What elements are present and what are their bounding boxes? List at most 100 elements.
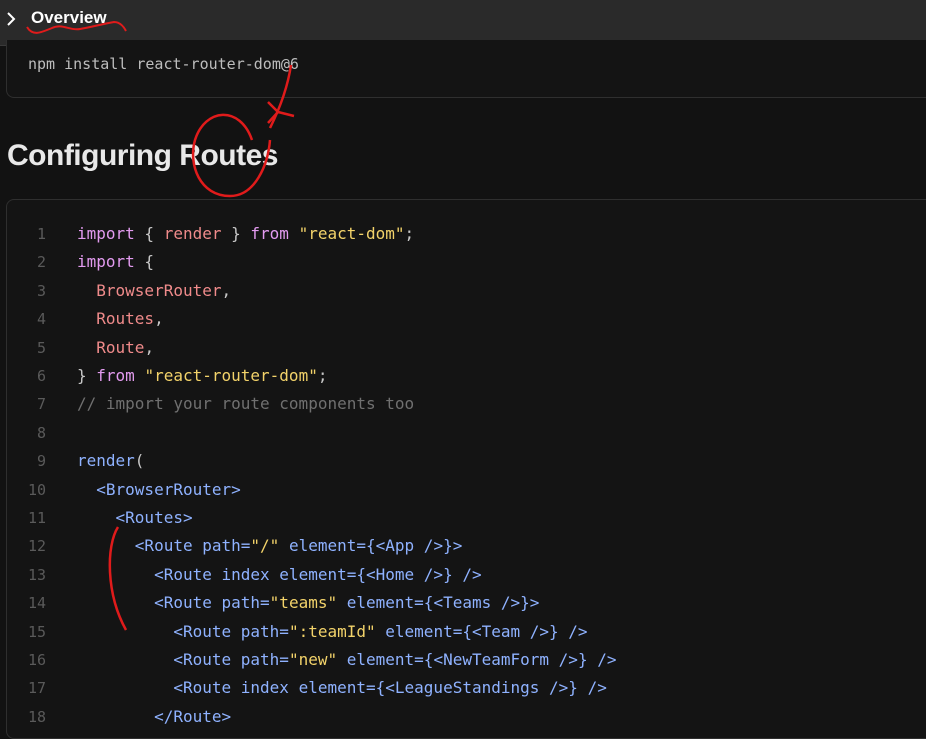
code-token: <Home /> — [366, 564, 444, 584]
code-line: 14 <Route path="teams" element={<Teams /… — [0, 589, 926, 617]
code-token: <App /> — [375, 536, 444, 556]
line-number: 18 — [27, 707, 46, 726]
code-line: 16 <Route path="new" element={<NewTeamFo… — [0, 646, 926, 674]
code-text: <BrowserRouter> — [77, 476, 241, 504]
code-line: 3 BrowserRouter, — [0, 277, 926, 305]
code-text: BrowserRouter, — [77, 277, 231, 305]
code-text: render( — [77, 447, 144, 475]
code-token: <Route — [77, 536, 203, 556]
code-token: "react-router-dom" — [144, 366, 318, 385]
line-number: 14 — [27, 594, 46, 613]
line-number: 2 — [36, 253, 46, 272]
code-token: from — [96, 366, 135, 385]
code-token: } /> — [568, 678, 607, 698]
code-token: path= — [221, 593, 270, 613]
code-token: } /> — [549, 621, 588, 641]
code-line: 8 — [0, 419, 926, 447]
code-text: } from "react-router-dom"; — [77, 362, 327, 390]
code-token: index element={ — [240, 678, 386, 698]
code-text: // import your route components too — [77, 390, 414, 418]
code-token: ; — [404, 224, 415, 243]
code-text: <Route path="/" element={<App />}> — [77, 532, 463, 560]
code-token: ( — [134, 451, 145, 471]
code-token: <Route — [77, 593, 222, 613]
code-token: element={ — [337, 650, 434, 669]
code-token: path= — [202, 536, 251, 556]
code-token: path= — [240, 650, 289, 669]
code-line: 9 render( — [0, 447, 926, 475]
code-token: ":teamId" — [288, 621, 376, 641]
line-number: 1 — [36, 225, 46, 243]
code-token: , — [154, 309, 164, 329]
line-number: 8 — [36, 423, 46, 442]
code-text: import { render } from "react-dom"; — [77, 220, 414, 248]
code-token: <Teams /> — [433, 593, 521, 613]
code-token: } /> — [443, 564, 482, 584]
page-heading: Configuring Routes — [7, 139, 278, 172]
line-number: 7 — [36, 395, 46, 414]
code-token: element={ — [375, 621, 472, 641]
code-text: <Route path=":teamId" element={<Team />}… — [77, 618, 588, 646]
code-token: }> — [443, 536, 463, 556]
code-text: <Route index element={<Home />} /> — [77, 561, 482, 589]
code-token: }> — [520, 593, 540, 613]
code-token: "react-dom" — [298, 224, 405, 243]
code-text: Routes, — [77, 305, 164, 333]
code-text: <Route path="teams" element={<Teams />}> — [77, 589, 539, 617]
code-text: Route, — [77, 334, 154, 362]
code-token: element={ — [279, 536, 376, 556]
code-token: "new" — [288, 650, 338, 669]
chevron-right-icon[interactable] — [4, 11, 20, 27]
code-line: 17 <Route index element={<LeagueStanding… — [0, 674, 926, 702]
line-number: 6 — [36, 367, 46, 385]
install-command: npm install react-router-dom@6 — [28, 55, 299, 73]
code-token: </Route> — [77, 706, 232, 726]
arrow-head — [267, 101, 295, 124]
code-text: <Route index element={<LeagueStandings /… — [77, 674, 607, 702]
code-line: 13 <Route index element={<Home />} /> — [0, 561, 926, 589]
section-title-overview[interactable]: Overview — [31, 8, 107, 28]
code-token: "teams" — [269, 593, 338, 613]
code-token: // import your route components too — [77, 394, 415, 414]
line-number: 5 — [36, 338, 46, 357]
code-token: , — [144, 337, 155, 357]
line-number: 9 — [36, 452, 46, 471]
code-line: 15 <Route path=":teamId" element={<Team … — [0, 618, 926, 646]
code-token: Routes — [77, 309, 155, 329]
line-number: 12 — [27, 537, 46, 556]
line-number: 11 — [27, 509, 46, 527]
code-text: import { — [77, 248, 154, 276]
line-number: 10 — [27, 480, 46, 499]
code-token: BrowserRouter — [77, 280, 222, 300]
code-token: } — [221, 224, 251, 243]
code-line: 4 Routes, — [0, 305, 926, 333]
code-token: <Route — [77, 678, 241, 698]
code-token: from — [250, 224, 289, 243]
code-line: 7 // import your route components too — [0, 390, 926, 418]
code-token: render — [163, 224, 222, 243]
code-token: <Route — [77, 621, 241, 641]
code-line: 12 <Route path="/" element={<App />}> — [0, 532, 926, 560]
code-token: path= — [240, 621, 289, 641]
code-token: , — [221, 280, 232, 300]
line-number: 15 — [27, 622, 46, 641]
code-line: 18 </Route> — [0, 703, 926, 731]
code-token: { — [134, 252, 155, 272]
code-text: <Route path="new" element={<NewTeamForm … — [77, 646, 616, 674]
code-line: 2 import { — [0, 248, 926, 276]
code-token: Route — [77, 337, 145, 357]
code-token: <BrowserRouter> — [77, 479, 241, 499]
code-line: 1 import { render } from "react-dom"; — [0, 220, 926, 248]
line-number: 4 — [36, 310, 46, 329]
code-line: 5 Route, — [0, 334, 926, 362]
code-line: 11 <Routes> — [0, 504, 926, 532]
code-text: </Route> — [77, 703, 231, 731]
code-token: <Route — [77, 564, 222, 584]
code-line: 6 } from "react-router-dom"; — [0, 362, 926, 390]
code-token: "/" — [250, 536, 280, 556]
code-text: <Routes> — [77, 504, 193, 532]
code-token: ; — [317, 366, 328, 385]
code-token: render — [77, 451, 135, 471]
